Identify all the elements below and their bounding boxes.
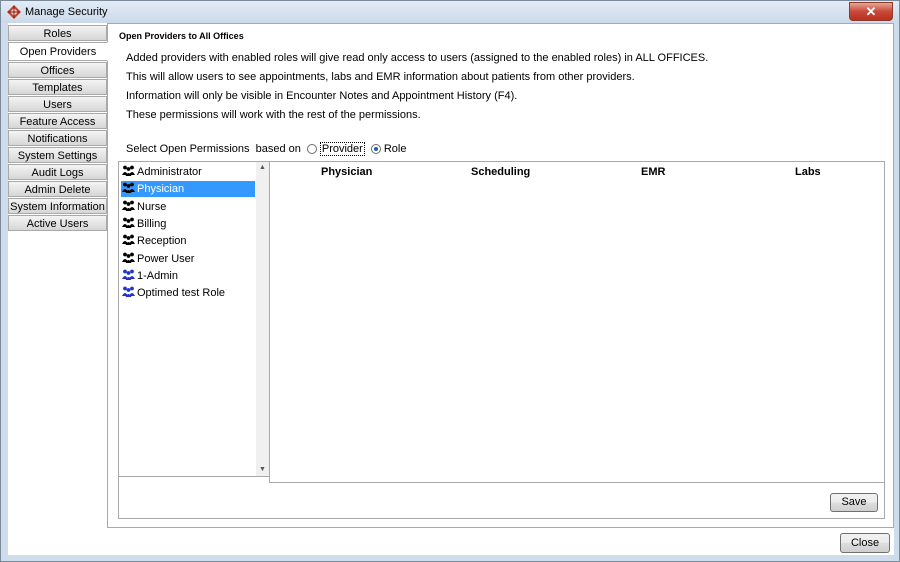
- user-group-icon: [122, 252, 135, 263]
- sidebar-item-system-settings[interactable]: System Settings: [8, 147, 107, 163]
- scroll-down-arrow-icon[interactable]: ▼: [256, 464, 269, 476]
- column-header-labs[interactable]: Labs: [795, 166, 821, 178]
- role-label: 1-Admin: [137, 269, 178, 282]
- column-header-physician[interactable]: Physician: [321, 166, 372, 178]
- role-label: Administrator: [137, 166, 202, 178]
- sidebar-item-audit-logs[interactable]: Audit Logs: [8, 164, 107, 180]
- permission-basis-row: Select Open Permissions based on Provide…: [126, 142, 406, 156]
- column-header-scheduling[interactable]: Scheduling: [471, 166, 530, 178]
- list-item[interactable]: Physician: [121, 181, 255, 198]
- sidebar-item-roles[interactable]: Roles: [8, 25, 107, 41]
- title-bar[interactable]: Manage Security ✕: [1, 1, 899, 23]
- panel-heading: Open Providers to All Offices: [119, 31, 244, 41]
- list-item[interactable]: Administrator: [121, 164, 255, 180]
- sidebar-item-feature-access[interactable]: Feature Access: [8, 113, 107, 129]
- description-line-4: These permissions will work with the res…: [126, 109, 421, 121]
- provider-radio[interactable]: [306, 144, 317, 154]
- scroll-up-arrow-icon[interactable]: ▲: [256, 162, 269, 174]
- permissions-panel: ▲ ▼ Administrator Physician Nurse Billing Re…: [118, 161, 885, 519]
- user-group-icon: [122, 217, 135, 228]
- user-group-icon: [122, 182, 135, 194]
- list-item[interactable]: Optimed test Role: [121, 285, 255, 301]
- sidebar-nav: Roles Open Providers Offices Templates Users…: [8, 25, 108, 232]
- window-title: Manage Security: [25, 6, 108, 18]
- app-logo-icon: [7, 5, 21, 19]
- role-label: Optimed test Role: [137, 287, 226, 300]
- list-item[interactable]: 1-Admin: [121, 268, 255, 284]
- user-group-icon: [122, 165, 135, 176]
- role-label: Nurse: [137, 200, 167, 213]
- sidebar-item-notifications[interactable]: Notifications: [8, 130, 107, 146]
- role-radio[interactable]: [370, 144, 381, 154]
- user-group-icon: [122, 200, 135, 211]
- manage-security-window: Manage Security ✕ Roles Open Providers Off…: [0, 0, 900, 562]
- list-item[interactable]: Power User: [121, 251, 255, 267]
- role-label: Power User: [137, 252, 195, 265]
- list-item[interactable]: Reception: [121, 233, 255, 249]
- sidebar-item-admin-delete[interactable]: Admin Delete: [8, 181, 107, 197]
- window-close-button[interactable]: ✕: [849, 2, 893, 21]
- open-providers-panel: Open Providers to All Offices Added prov…: [107, 23, 894, 528]
- save-button[interactable]: Save: [830, 493, 878, 512]
- description-line-3: Information will only be visible in Enco…: [126, 90, 518, 102]
- column-header-emr[interactable]: EMR: [641, 166, 665, 178]
- role-list-scrollbar[interactable]: ▲ ▼: [256, 162, 269, 476]
- close-button[interactable]: Close: [840, 533, 890, 553]
- user-group-icon: [122, 234, 135, 246]
- sidebar-item-offices[interactable]: Offices: [8, 62, 107, 78]
- role-label: Billing: [137, 217, 167, 230]
- user-group-icon: [122, 269, 135, 280]
- list-item[interactable]: Nurse: [121, 199, 255, 215]
- permissions-grid: Physician Scheduling EMR Labs: [269, 162, 884, 483]
- sidebar-item-active-users[interactable]: Active Users: [8, 215, 107, 231]
- client-area: Roles Open Providers Offices Templates Users…: [8, 23, 894, 555]
- role-list[interactable]: ▲ ▼ Administrator Physician Nurse Billing Re…: [119, 162, 270, 477]
- user-group-icon: [122, 286, 135, 298]
- sidebar-item-users[interactable]: Users: [8, 96, 107, 112]
- role-label: Reception: [137, 235, 187, 248]
- sidebar-item-open-providers[interactable]: Open Providers: [8, 42, 108, 61]
- permission-basis-label: Select Open Permissions based on: [126, 143, 301, 155]
- role-label: Physician: [137, 183, 185, 196]
- description-line-2: This will allow users to see appointment…: [126, 71, 635, 83]
- list-item[interactable]: Billing: [121, 216, 255, 232]
- role-radio-label[interactable]: Role: [384, 143, 407, 155]
- sidebar-item-system-information[interactable]: System Information: [8, 198, 107, 214]
- sidebar-item-templates[interactable]: Templates: [8, 79, 107, 95]
- description-line-1: Added providers with enabled roles will …: [126, 52, 709, 64]
- provider-radio-label[interactable]: Provider: [319, 142, 365, 156]
